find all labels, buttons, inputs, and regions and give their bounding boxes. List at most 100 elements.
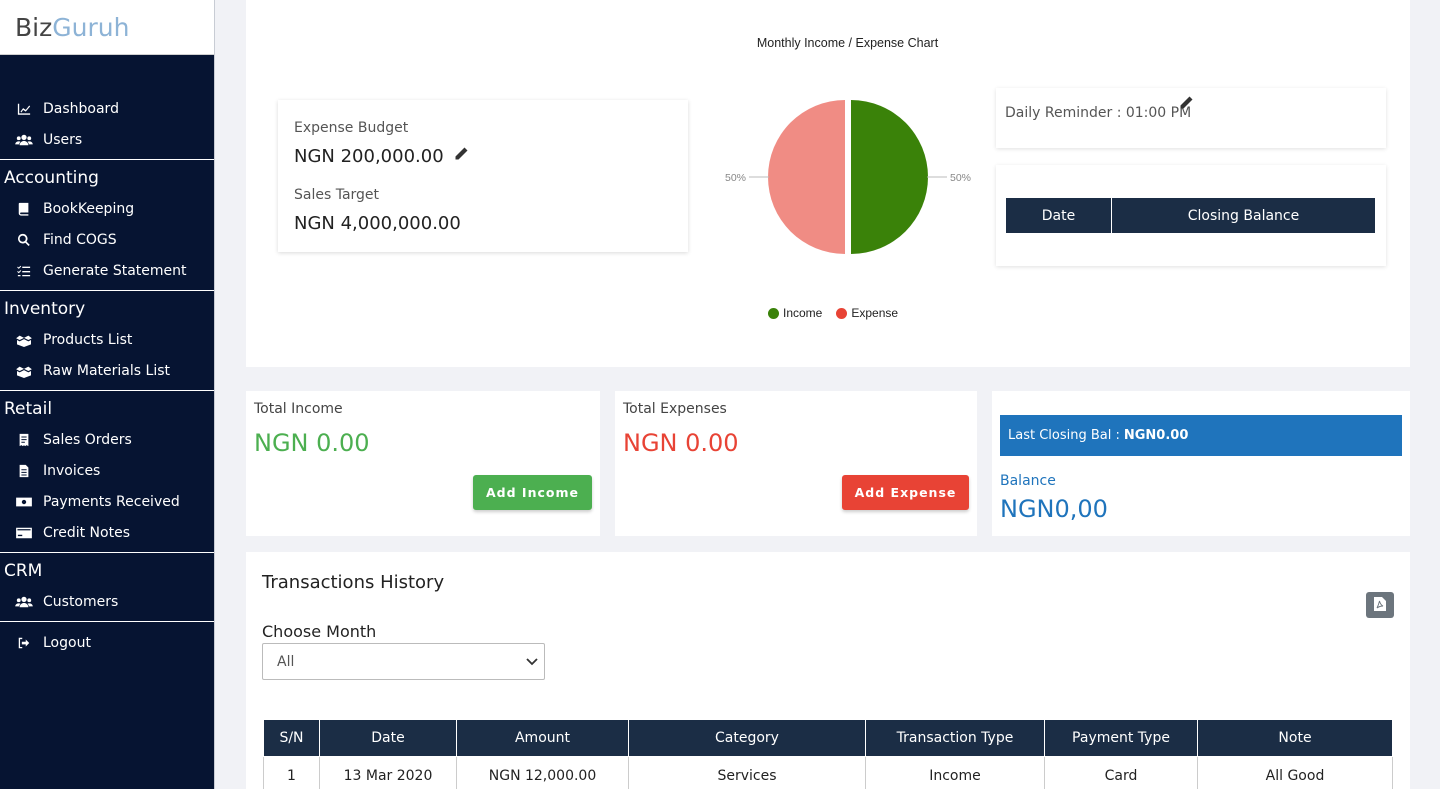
money-bill-icon (15, 495, 33, 509)
last-closing-label: Last Closing Bal : (1008, 428, 1120, 443)
closing-balance-table: Date Closing Balance (1005, 197, 1376, 234)
column-header-transaction-type: Transaction Type (865, 719, 1045, 757)
column-header-date: Date (319, 719, 457, 757)
users-icon (15, 595, 33, 609)
table-cell: 1 (263, 756, 320, 789)
sidebar-item-label: Find COGS (43, 231, 117, 248)
daily-reminder-box: Daily Reminder : 01:00 PM (996, 88, 1386, 148)
brand-part2: Guruh (52, 12, 130, 42)
sidebar-item-label: BookKeeping (43, 200, 135, 217)
total-income-amount: NGN 0.00 (254, 429, 370, 457)
daily-reminder-text: Daily Reminder : 01:00 PM (1005, 105, 1192, 121)
section-accounting: Accounting BookKeeping Find COGS Generat… (0, 159, 214, 286)
column-header-amount: Amount (456, 719, 629, 757)
total-expenses-amount: NGN 0.00 (623, 429, 739, 457)
income-expense-pie-chart: 50% 50% (725, 100, 971, 254)
balance-value: NGN0,00 (1000, 495, 1108, 523)
sidebar-item-label: Invoices (43, 462, 101, 479)
sidebar-item-label: Users (43, 131, 83, 148)
column-header-s-n: S/N (263, 719, 320, 757)
sidebar-item-label: Sales Orders (43, 431, 132, 448)
pie-slice-income[interactable] (851, 100, 928, 254)
search-icon (15, 233, 33, 247)
export-pdf-button[interactable] (1366, 592, 1394, 618)
table-cell: Income (865, 756, 1045, 789)
chart-line-icon (15, 102, 33, 116)
expense-budget-value: NGN 200,000.00 (294, 146, 469, 167)
sidebar-item-sales-orders[interactable]: Sales Orders (0, 424, 214, 455)
choose-month-label: Choose Month (262, 622, 377, 641)
boxes-icon (15, 333, 33, 347)
transactions-table: S/N Date Amount Category Transaction Type Pay… (263, 719, 1393, 789)
sidebar-item-invoices[interactable]: Invoices (0, 455, 214, 486)
brand-part1: Biz (15, 12, 53, 42)
edit-budget-pencil-icon[interactable] (453, 146, 469, 167)
users-icon (15, 133, 33, 147)
sidebar-item-customers[interactable]: Customers (0, 586, 214, 617)
sidebar-item-label: Logout (43, 634, 91, 651)
legend-dot-income (768, 307, 779, 319)
sidebar-item-label: Dashboard (43, 100, 119, 117)
sidebar: Biz Guruh Dashboard Users Accounting Book… (0, 0, 215, 789)
table-cell: Services (628, 756, 866, 789)
last-closing-value: NGN0.00 (1123, 428, 1189, 443)
month-select[interactable]: All (262, 643, 545, 680)
add-expense-button[interactable]: Add Expense (842, 475, 969, 510)
column-header-payment-type: Payment Type (1044, 719, 1198, 757)
edit-reminder-pencil-icon[interactable] (1178, 95, 1194, 115)
brand-logo[interactable]: Biz Guruh (0, 0, 214, 55)
pie-label-income: 50% (950, 172, 971, 184)
sidebar-item-generate-statement[interactable]: Generate Statement (0, 255, 214, 286)
month-select-value: All (277, 653, 295, 670)
pie-label-expense: 50% (725, 172, 746, 184)
table-cell: All Good (1197, 756, 1393, 789)
receipt-icon (15, 433, 33, 447)
sales-target-label: Sales Target (294, 187, 380, 203)
sidebar-item-label: Products List (43, 331, 133, 348)
sidebar-item-credit-notes[interactable]: Credit Notes (0, 517, 214, 548)
sidebar-item-label: Credit Notes (43, 524, 130, 541)
expense-budget-amount: NGN 200,000.00 (294, 146, 444, 167)
total-income-card: Total Income NGN 0.00 Add Income (246, 391, 600, 536)
expense-budget-label: Expense Budget (294, 120, 409, 136)
sidebar-item-logout[interactable]: Logout (0, 627, 214, 658)
balance-card: Last Closing Bal : NGN0.00 Balance NGN0,0… (992, 391, 1410, 536)
legend-label-expense: Expense (851, 306, 899, 320)
sales-target-value: NGN 4,000,000.00 (294, 213, 461, 234)
table-cell: Card (1044, 756, 1198, 789)
sidebar-item-products-list[interactable]: Products List (0, 324, 214, 355)
table-cell: NGN 12,000.00 (456, 756, 629, 789)
sidebar-item-label: Raw Materials List (43, 362, 170, 379)
sidebar-item-label: Generate Statement (43, 262, 187, 279)
list-check-icon (15, 264, 33, 278)
legend-item-expense[interactable]: Expense (836, 306, 898, 320)
pie-slice-expense[interactable] (768, 100, 845, 254)
sidebar-item-bookkeeping[interactable]: BookKeeping (0, 193, 214, 224)
column-header-note: Note (1197, 719, 1393, 757)
sidebar-item-find-cogs[interactable]: Find COGS (0, 224, 214, 255)
chart-legend: Income Expense (768, 306, 898, 320)
add-income-button[interactable]: Add Income (473, 475, 592, 510)
transactions-card: Transactions History Choose Month All S/… (246, 552, 1410, 789)
file-pdf-icon (1374, 596, 1386, 615)
legend-label-income: Income (783, 306, 823, 320)
budget-box: Expense Budget NGN 200,000.00 Sales Targ… (278, 100, 688, 252)
transactions-title: Transactions History (262, 572, 445, 593)
section-title: Retail (4, 398, 53, 419)
table-row[interactable]: 1 13 Mar 2020 NGN 12,000.00 Services Income C… (263, 756, 1393, 789)
sidebar-item-dashboard[interactable]: Dashboard (0, 93, 214, 124)
legend-dot-expense (836, 307, 848, 319)
credit-card-icon (15, 526, 33, 540)
chevron-down-icon (526, 654, 538, 670)
boxes-icon (15, 364, 33, 378)
section-logout: Logout (0, 621, 214, 658)
sidebar-item-users[interactable]: Users (0, 124, 214, 155)
balance-label: Balance (1000, 473, 1056, 489)
last-closing-balance-bar: Last Closing Bal : NGN0.00 (1000, 415, 1402, 456)
section-retail: Retail Sales Orders Invoices Payments Re… (0, 390, 214, 548)
sidebar-item-raw-materials-list[interactable]: Raw Materials List (0, 355, 214, 386)
section-title: CRM (4, 560, 43, 581)
sidebar-item-payments-received[interactable]: Payments Received (0, 486, 214, 517)
legend-item-income[interactable]: Income (768, 306, 822, 320)
file-invoice-icon (15, 464, 33, 478)
